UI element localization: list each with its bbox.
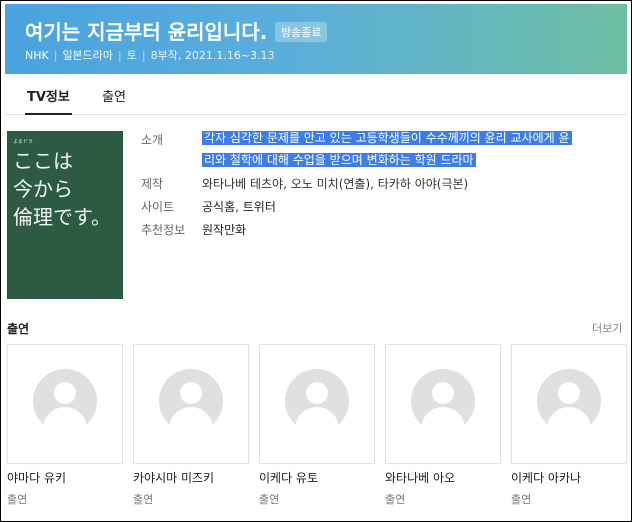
meta-episodes: 8부작, 2021.1.16~3.13 (150, 49, 275, 62)
cast-role: 출연 (259, 493, 280, 506)
cast-role: 출연 (7, 493, 28, 506)
avatar-placeholder-icon (33, 369, 97, 433)
avatar-placeholder-icon (159, 369, 223, 433)
cast-role: 출연 (511, 493, 532, 506)
poster-title-text: ここは 今から 倫理です。 (13, 147, 111, 231)
original-manga-link[interactable]: 원작만화 (202, 221, 246, 238)
cast-name-link[interactable]: 이케다 유토 (259, 469, 318, 486)
cast-role: 출연 (133, 493, 154, 506)
meta-separator: | (141, 49, 146, 62)
poster-image[interactable]: よるドラ ここは 今から 倫理です。 (7, 131, 123, 299)
cast-section-title: 출연 (7, 322, 30, 336)
meta-separator: | (53, 49, 58, 62)
official-home-link[interactable]: 공식홈 (202, 200, 235, 214)
cast-name-link[interactable]: 와타나베 아오 (385, 469, 455, 486)
site-separator: , (235, 200, 243, 214)
avatar-placeholder-icon (537, 369, 601, 433)
cast-card[interactable] (133, 344, 249, 464)
avatar-placeholder-icon (285, 369, 349, 433)
cast-name-link[interactable]: 야마다 유키 (7, 469, 66, 486)
cast-card[interactable] (7, 344, 123, 464)
intro-text: 각자 심각한 문제를 안고 있는 고등학생들이 수수께끼의 윤리 교사에게 윤 … (202, 127, 572, 171)
cast-card[interactable] (511, 344, 627, 464)
intro-label: 소개 (141, 133, 164, 147)
tab-bar: TV정보 출연 (5, 74, 627, 115)
tab-tv-info[interactable]: TV정보 (25, 86, 72, 115)
twitter-link[interactable]: 트위터 (243, 200, 276, 214)
meta-day: 토 (126, 49, 137, 62)
meta-network-link[interactable]: NHK (25, 49, 49, 62)
meta-line: NHK | 일본드라마 | 토 | 8부작, 2021.1.16~3.13 (25, 47, 275, 63)
production-value: 와타나베 테츠야, 오노 미치(연출), 타카하 아야(극본) (202, 177, 469, 191)
cast-name-link[interactable]: 이케다 아카나 (511, 469, 581, 486)
poster-small-text: よるドラ (13, 139, 33, 145)
more-link[interactable]: 더보기 (592, 320, 622, 336)
site-label: 사이트 (141, 200, 175, 214)
production-label: 제작 (141, 177, 164, 191)
cast-role: 출연 (385, 493, 406, 506)
meta-separator: | (118, 49, 122, 62)
site-links: 공식홈, 트위터 (202, 198, 276, 215)
recommend-label: 추천정보 (141, 223, 186, 237)
status-badge: 방송종료 (275, 22, 328, 42)
poster-line: 今から (13, 177, 73, 201)
window-frame: 여기는 지금부터 윤리입니다. 방송종료 NHK | 일본드라마 | 토 | 8부작, 20… (0, 0, 632, 522)
cast-card[interactable] (259, 344, 375, 464)
intro-line: 각자 심각한 문제를 안고 있는 고등학생들이 수수께끼의 윤리 교사에게 윤 (202, 131, 572, 145)
intro-line: 리와 철학에 대해 수업을 받으며 변화하는 학원 드라마 (202, 153, 476, 167)
avatar-placeholder-icon (411, 369, 475, 433)
cast-name-link[interactable]: 카야시마 미즈키 (133, 469, 214, 486)
tab-cast[interactable]: 출연 (102, 86, 126, 105)
meta-genre-link[interactable]: 일본드라마 (62, 49, 113, 62)
header-banner: 여기는 지금부터 윤리입니다. 방송종료 NHK | 일본드라마 | 토 | 8부작, 20… (5, 4, 627, 74)
cast-card[interactable] (385, 344, 501, 464)
page-title: 여기는 지금부터 윤리입니다. (25, 20, 268, 44)
poster-line: ここは (13, 149, 73, 173)
poster-line: 倫理です。 (13, 205, 111, 229)
